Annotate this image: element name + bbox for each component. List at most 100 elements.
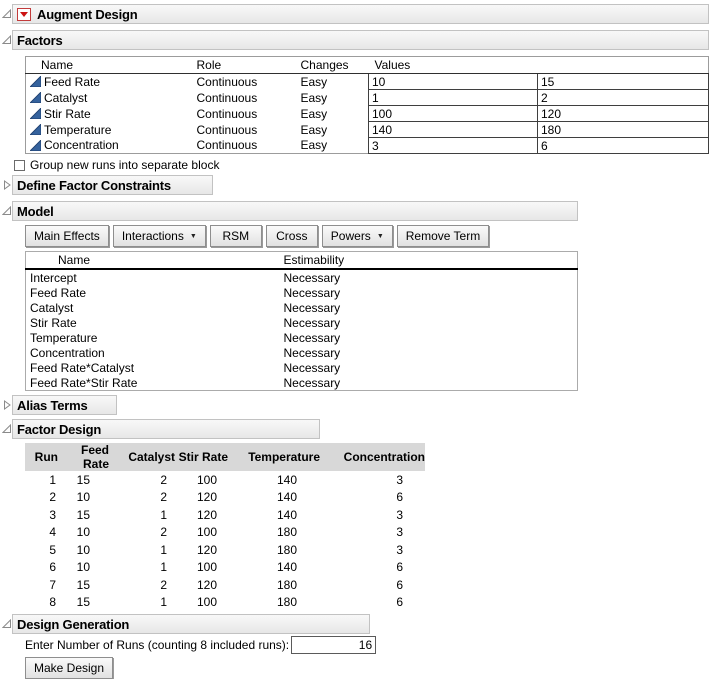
factor-name-cell[interactable]: Concentration <box>26 138 197 153</box>
number-of-runs-input[interactable] <box>291 636 376 654</box>
model-term-name: Intercept <box>26 269 284 285</box>
factor-high-value-cell[interactable]: 120 <box>538 106 709 122</box>
temperature-value: 180 <box>230 541 322 559</box>
powers-button[interactable]: Powers▼ <box>322 225 393 247</box>
disclosure-open-icon[interactable] <box>2 619 12 629</box>
factor-row: Concentration Continuous Easy 3 6 <box>26 138 709 154</box>
design-generation-header[interactable]: Design Generation <box>12 614 370 634</box>
model-term-row[interactable]: Feed Rate Necessary <box>26 285 578 300</box>
temperature-value: 140 <box>230 506 322 524</box>
factor-design-col-header: Run <box>25 443 60 471</box>
factor-changes-cell[interactable]: Easy <box>301 74 369 90</box>
factor-name: Temperature <box>44 123 111 137</box>
model-header[interactable]: Model <box>12 201 578 221</box>
alias-header[interactable]: Alias Terms <box>12 395 117 415</box>
temperature-value: 180 <box>230 576 322 594</box>
main-effects-button[interactable]: Main Effects <box>25 225 109 247</box>
constraints-header[interactable]: Define Factor Constraints <box>12 175 213 195</box>
interactions-button[interactable]: Interactions▼ <box>113 225 206 247</box>
catalyst-value: 2 <box>112 489 178 507</box>
factor-changes-cell[interactable]: Easy <box>301 138 369 154</box>
augment-design-window: Augment Design Factors Name Role Changes… <box>0 0 709 679</box>
model-title: Model <box>17 204 54 219</box>
disclosure-closed-icon[interactable] <box>2 400 12 410</box>
disclosure-open-icon[interactable] <box>2 35 12 45</box>
constraints-section: Define Factor Constraints <box>2 175 709 195</box>
feed-rate-value: 15 <box>60 506 112 524</box>
feed-rate-value: 15 <box>60 471 112 489</box>
concentration-value: 3 <box>322 524 425 542</box>
red-triangle-menu-button[interactable] <box>17 8 31 21</box>
factor-high-value-cell[interactable]: 15 <box>538 74 709 90</box>
model-term-row[interactable]: Temperature Necessary <box>26 330 578 345</box>
model-term-row[interactable]: Feed Rate*Catalyst Necessary <box>26 360 578 375</box>
factor-name-cell[interactable]: Temperature <box>26 122 197 137</box>
factor-changes-cell[interactable]: Easy <box>301 90 369 106</box>
model-term-estimability: Necessary <box>284 285 578 300</box>
factor-role-cell[interactable]: Continuous <box>197 74 301 90</box>
stir-rate-value: 100 <box>178 594 230 612</box>
temperature-value: 140 <box>230 489 322 507</box>
disclosure-open-icon[interactable] <box>2 424 12 434</box>
make-design-button[interactable]: Make Design <box>25 657 113 679</box>
stir-rate-value: 120 <box>178 506 230 524</box>
feed-rate-value: 10 <box>60 489 112 507</box>
factor-name-cell[interactable]: Catalyst <box>26 90 197 105</box>
concentration-value: 3 <box>322 471 425 489</box>
factor-high-value-cell[interactable]: 180 <box>538 122 709 138</box>
factor-design-header[interactable]: Factor Design <box>12 419 320 439</box>
model-term-row[interactable]: Catalyst Necessary <box>26 300 578 315</box>
run-number: 6 <box>25 559 60 577</box>
factor-row: Stir Rate Continuous Easy 100 120 <box>26 106 709 122</box>
temperature-value: 180 <box>230 594 322 612</box>
factor-low-value-cell[interactable]: 3 <box>369 138 538 154</box>
factor-role-cell[interactable]: Continuous <box>197 138 301 154</box>
factor-design-col-header: Feed Rate <box>60 443 112 471</box>
model-term-row[interactable]: Feed Rate*Stir Rate Necessary <box>26 375 578 391</box>
augment-design-header[interactable]: Augment Design <box>12 4 709 24</box>
factor-design-header-row: RunFeed RateCatalystStir RateTemperature… <box>25 443 425 471</box>
factor-low-value-cell[interactable]: 1 <box>369 90 538 106</box>
model-term-row[interactable]: Concentration Necessary <box>26 345 578 360</box>
feed-rate-value: 10 <box>60 541 112 559</box>
feed-rate-value: 10 <box>60 524 112 542</box>
model-terms-header-row: Name Estimability <box>26 252 578 270</box>
factor-design-col-header: Stir Rate <box>178 443 230 471</box>
factors-col-values: Values <box>369 57 709 74</box>
model-term-estimability: Necessary <box>284 360 578 375</box>
model-term-row[interactable]: Intercept Necessary <box>26 269 578 285</box>
factor-low-value-cell[interactable]: 100 <box>369 106 538 122</box>
factor-role-cell[interactable]: Continuous <box>197 106 301 122</box>
model-term-name: Concentration <box>26 345 284 360</box>
remove-term-button[interactable]: Remove Term <box>397 225 489 247</box>
run-number: 4 <box>25 524 60 542</box>
factor-name-cell[interactable]: Feed Rate <box>26 74 197 89</box>
factor-name-cell[interactable]: Stir Rate <box>26 106 197 121</box>
stir-rate-value: 120 <box>178 541 230 559</box>
factor-low-value-cell[interactable]: 140 <box>369 122 538 138</box>
catalyst-value: 2 <box>112 576 178 594</box>
factor-design-row: 2 10 2 120 140 6 <box>25 489 425 507</box>
factor-role-cell[interactable]: Continuous <box>197 90 301 106</box>
factor-high-value-cell[interactable]: 6 <box>538 138 709 154</box>
factor-design-row: 6 10 1 100 140 6 <box>25 559 425 577</box>
group-runs-checkbox[interactable] <box>14 160 25 171</box>
factor-role-cell[interactable]: Continuous <box>197 122 301 138</box>
disclosure-closed-icon[interactable] <box>2 180 12 190</box>
disclosure-open-icon[interactable] <box>2 206 12 216</box>
cross-button[interactable]: Cross <box>266 225 318 247</box>
run-number: 1 <box>25 471 60 489</box>
factors-header[interactable]: Factors <box>12 30 709 50</box>
design-generation-section: Design Generation <box>2 614 709 634</box>
factor-changes-cell[interactable]: Easy <box>301 106 369 122</box>
factor-changes-cell[interactable]: Easy <box>301 122 369 138</box>
factor-high-value-cell[interactable]: 2 <box>538 90 709 106</box>
model-term-row[interactable]: Stir Rate Necessary <box>26 315 578 330</box>
dropdown-arrow-icon: ▼ <box>190 233 197 240</box>
factor-low-value-cell[interactable]: 10 <box>369 74 538 90</box>
rsm-button[interactable]: RSM <box>210 225 262 247</box>
disclosure-open-icon[interactable] <box>2 9 12 19</box>
factor-name: Stir Rate <box>44 107 91 121</box>
factor-name: Concentration <box>44 138 119 152</box>
design-generation-title: Design Generation <box>17 617 129 632</box>
